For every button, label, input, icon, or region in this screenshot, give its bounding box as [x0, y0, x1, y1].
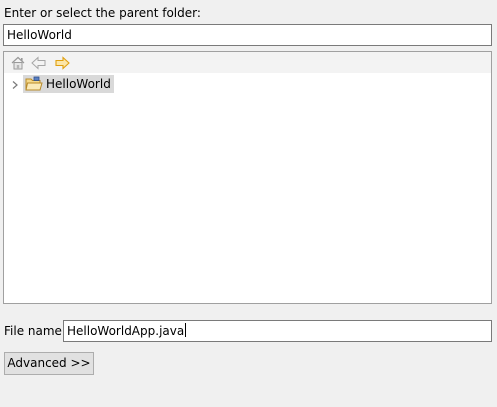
forward-arrow-icon[interactable]	[53, 54, 71, 72]
folder-tree-panel[interactable]: HelloWorld	[3, 51, 492, 304]
file-name-value: HelloWorldApp.java	[67, 324, 185, 338]
tree-node-selected[interactable]: HelloWorld	[23, 75, 114, 93]
parent-folder-label: Enter or select the parent folder:	[4, 6, 201, 20]
text-cursor	[185, 323, 187, 337]
parent-folder-input[interactable]: HelloWorld	[3, 24, 492, 46]
home-icon[interactable]	[9, 54, 27, 72]
tree-node-label: HelloWorld	[46, 77, 111, 91]
file-name-input[interactable]: HelloWorldApp.java	[63, 320, 492, 342]
project-folder-icon	[25, 76, 43, 92]
advanced-button[interactable]: Advanced >>	[4, 352, 94, 375]
parent-folder-value: HelloWorld	[7, 28, 72, 42]
chevron-right-icon[interactable]	[10, 79, 20, 89]
file-name-label: File name:	[4, 324, 66, 338]
back-arrow-icon[interactable]	[30, 54, 48, 72]
tree-toolbar	[4, 52, 491, 73]
